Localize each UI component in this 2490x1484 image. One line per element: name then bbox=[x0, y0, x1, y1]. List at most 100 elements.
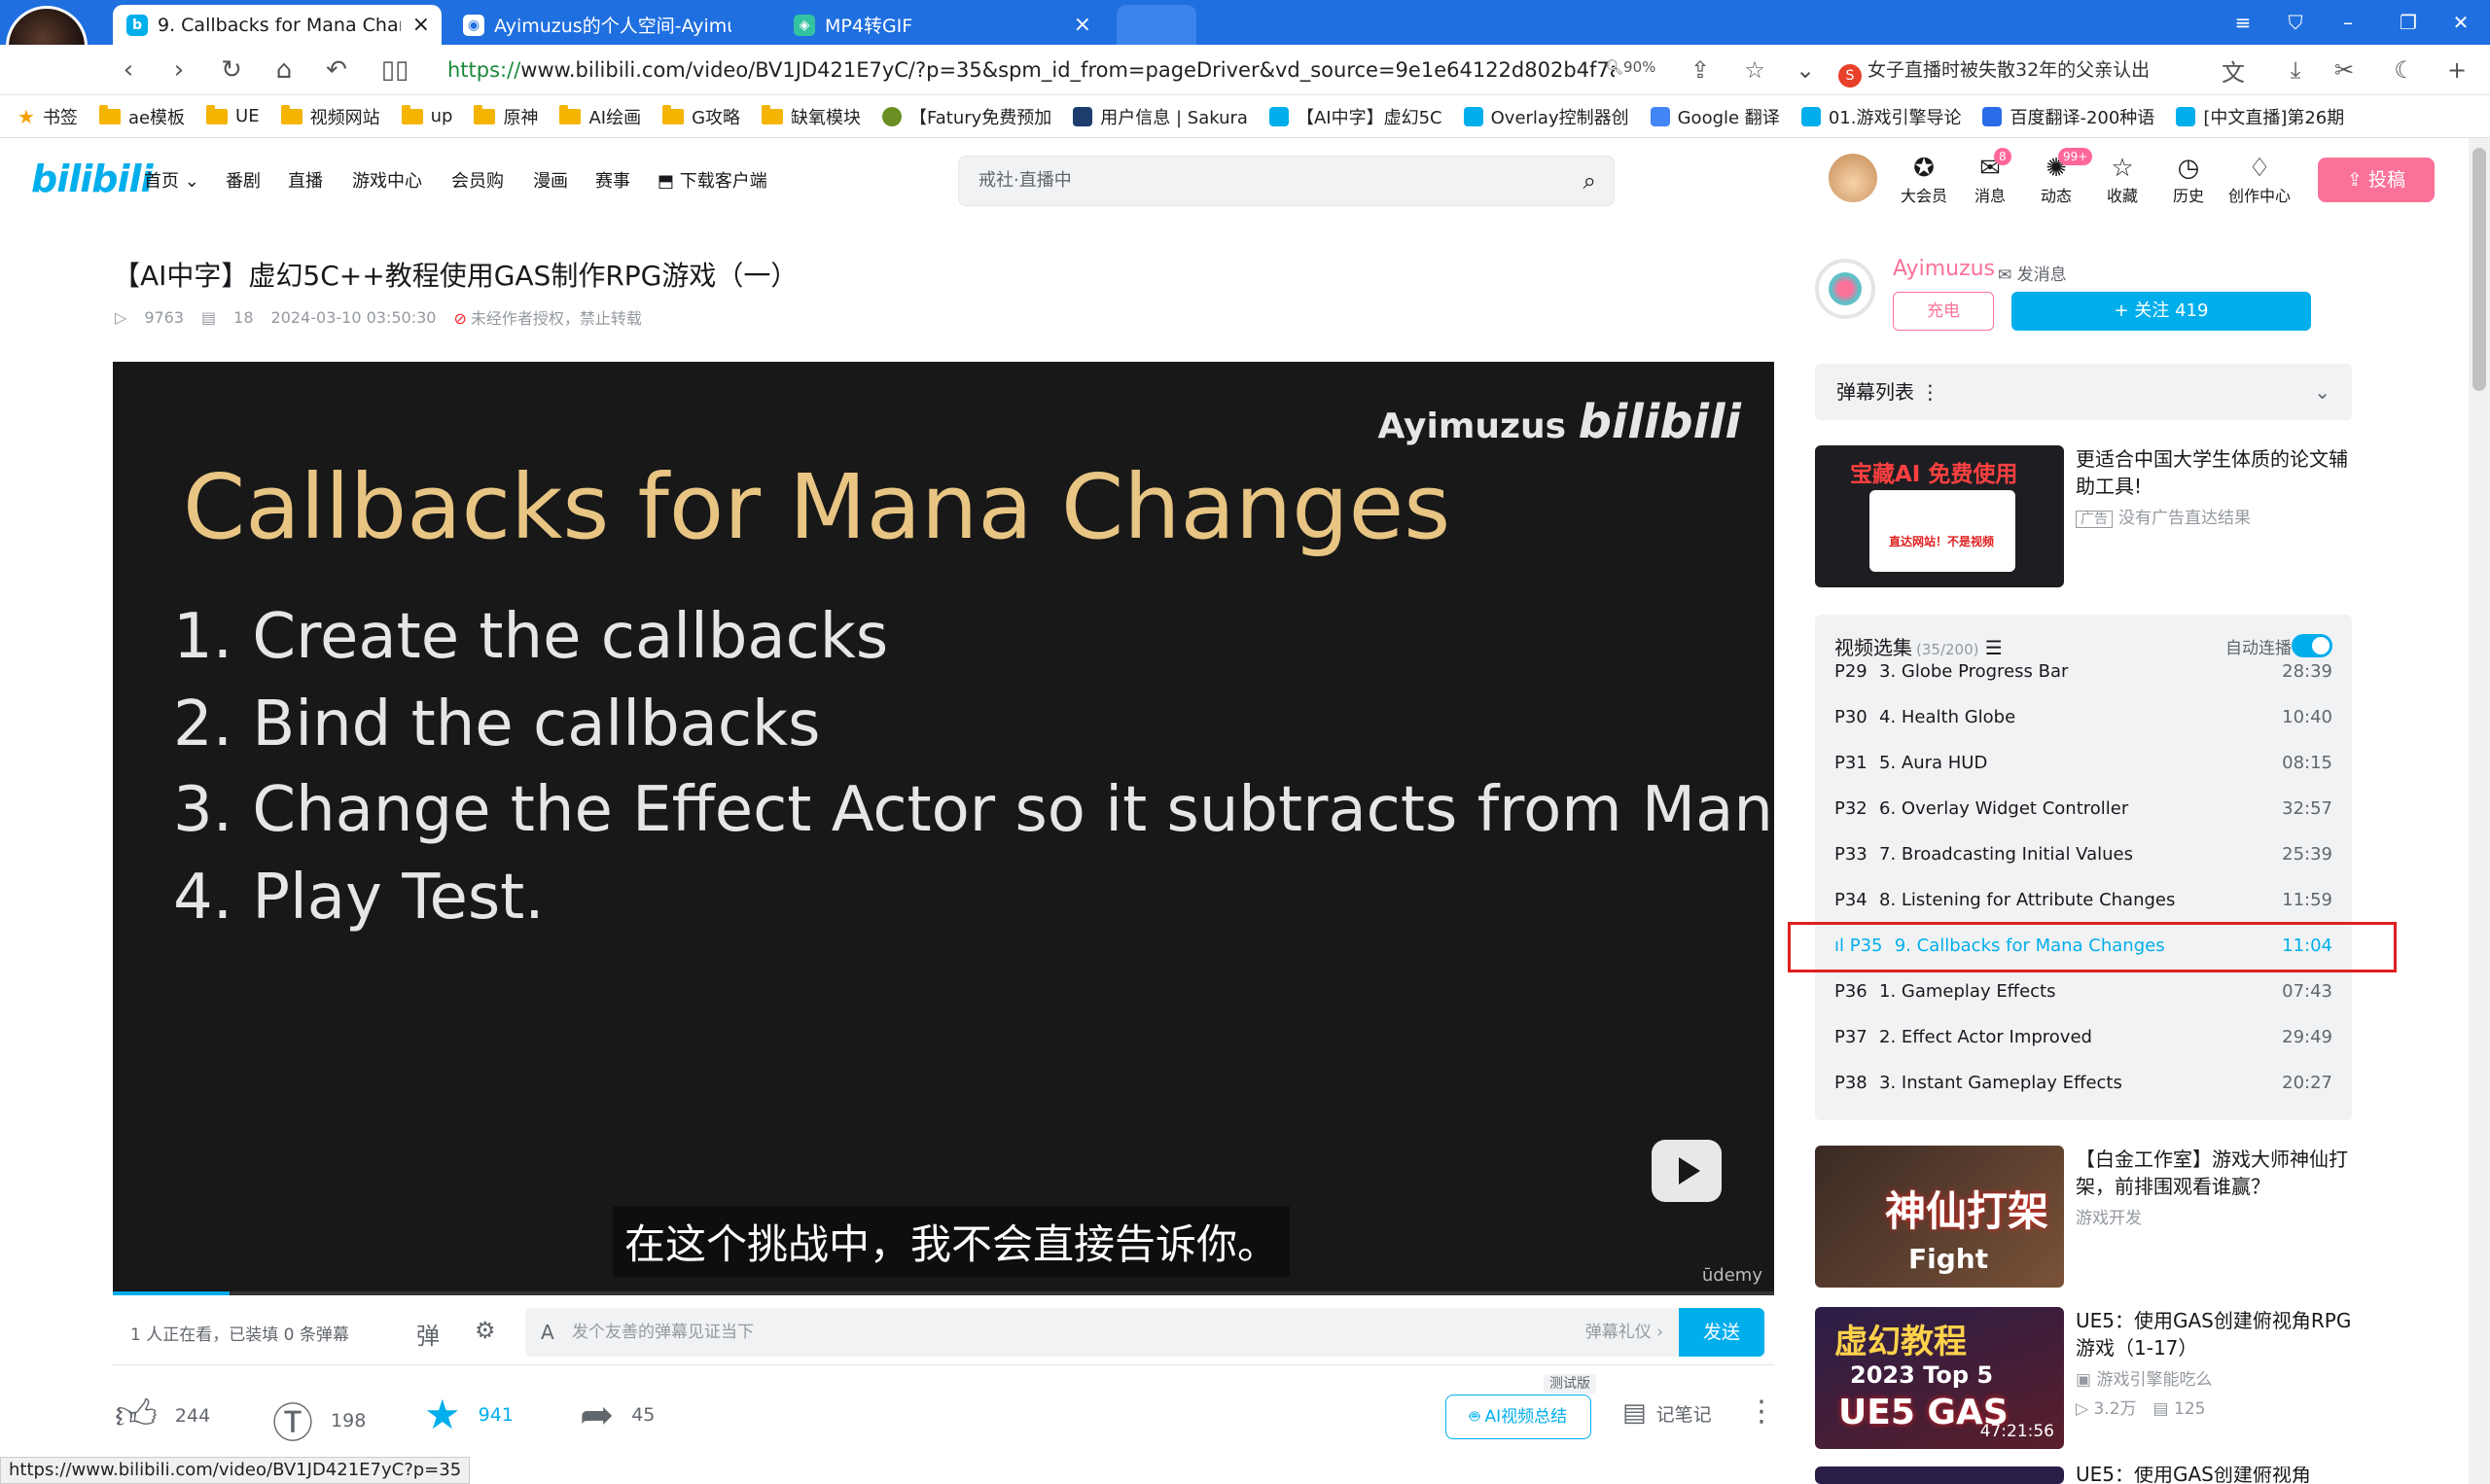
download-icon[interactable]: ⤓ bbox=[2276, 53, 2315, 88]
new-tab-button[interactable] bbox=[1117, 5, 1196, 45]
send-message-link[interactable]: ✉ 发消息 bbox=[1998, 261, 2067, 285]
send-danmaku-button[interactable]: 发送 bbox=[1679, 1308, 1764, 1357]
tools-icon[interactable]: ✂ bbox=[2325, 53, 2364, 88]
playlist-item[interactable]: P37 2. Effect Actor Improved 29:49 bbox=[1834, 1027, 2332, 1056]
add-icon[interactable]: + bbox=[2437, 53, 2476, 88]
rec-card[interactable]: 神仙打架 Fight 【白金工作室】游戏大师神仙打架，前排围观看谁赢？ 游戏开发 bbox=[1815, 1146, 2352, 1288]
playlist-item[interactable]: P31 5. Aura HUD 08:15 bbox=[1834, 753, 2332, 782]
more-menu[interactable]: ⋮ bbox=[1747, 1395, 1794, 1429]
playlist-item[interactable]: P33 7. Broadcasting Initial Values 25:39 bbox=[1834, 844, 2332, 873]
nav-anime[interactable]: 番剧 bbox=[226, 167, 261, 193]
page-scrollbar[interactable] bbox=[2469, 138, 2490, 1484]
nav-download-client[interactable]: ⬒ 下载客户端 bbox=[658, 167, 767, 193]
browser-search-box[interactable]: S 女子直播时被失散32年的父亲认出 bbox=[1838, 51, 2208, 89]
upload-button[interactable]: ⇪ 投稿 bbox=[2318, 158, 2435, 202]
close-icon[interactable]: × bbox=[1074, 13, 1091, 37]
undo-icon[interactable]: ↶ bbox=[317, 53, 356, 88]
bookmark-folder[interactable]: up bbox=[401, 104, 452, 126]
reload-icon[interactable]: ↻ bbox=[212, 53, 251, 88]
bookmark-item[interactable]: [中文直播]第26期 bbox=[2176, 104, 2344, 129]
nav-esports[interactable]: 赛事 bbox=[595, 167, 630, 193]
header-message[interactable]: ✉ 消息 8 bbox=[1961, 148, 2019, 206]
bookmark-item[interactable]: 01.游戏引擎导论 bbox=[1800, 104, 1961, 129]
bookmark-folder[interactable]: AI绘画 bbox=[559, 104, 641, 129]
site-search-input[interactable]: 戒社·直播中 ⌕ bbox=[958, 156, 1615, 206]
nav-game-center[interactable]: 游戏中心 bbox=[352, 167, 422, 193]
header-creator[interactable]: ♢ 创作中心 bbox=[2225, 154, 2294, 206]
header-vip[interactable]: ✪ 大会员 bbox=[1895, 154, 1953, 206]
bookmark-folder[interactable]: G攻略 bbox=[662, 104, 740, 129]
playlist-item[interactable]: P29 3. Globe Progress Bar 28:39 bbox=[1834, 661, 2332, 690]
bookmark-folder[interactable]: ae模板 bbox=[98, 104, 185, 129]
autoplay-toggle[interactable] bbox=[2292, 634, 2332, 657]
header-dynamic[interactable]: ✺ 动态 99+ bbox=[2027, 148, 2093, 206]
bookmark-item[interactable]: 用户信息 | Sakura bbox=[1073, 104, 1248, 129]
ai-summary-button[interactable]: 🤖︎ AI视频总结 测试版 bbox=[1445, 1374, 1596, 1439]
ad-card[interactable]: 宝藏AI 免费使用 直达网站！不是视频 更适合中国大学生体质的论文辅助工具! 广… bbox=[1815, 445, 2352, 587]
header-history[interactable]: ◷ 历史 bbox=[2159, 154, 2218, 206]
video-progress-bar[interactable] bbox=[113, 1291, 1774, 1295]
nav-manga[interactable]: 漫画 bbox=[533, 167, 568, 193]
translate-icon[interactable]: 文 bbox=[2214, 53, 2253, 88]
favorite-button[interactable]: ★ 941 bbox=[424, 1391, 514, 1438]
danmaku-toggle-icon[interactable]: 弹 bbox=[416, 1317, 440, 1351]
playlist-item[interactable]: P34 8. Listening for Attribute Changes 11:… bbox=[1834, 890, 2332, 919]
bookmark-item[interactable]: Google 翻译 bbox=[1650, 104, 1780, 129]
nav-mall[interactable]: 会员购 bbox=[451, 167, 504, 193]
bookmark-item[interactable]: 百度翻译-200种语 bbox=[1982, 104, 2154, 129]
back-icon[interactable]: ‹ bbox=[109, 53, 148, 88]
share-icon[interactable]: ⇪ bbox=[1681, 53, 1720, 88]
rec-card[interactable]: UE5：使用GAS创建俯视角 bbox=[1815, 1466, 2352, 1484]
list-icon[interactable]: ☰ bbox=[1985, 636, 2003, 659]
user-avatar[interactable] bbox=[1829, 154, 1877, 202]
nav-home[interactable]: 首页 ⌄ bbox=[144, 167, 199, 193]
playlist-item[interactable]: P30 4. Health Globe 10:40 bbox=[1834, 707, 2332, 736]
follow-button[interactable]: + 关注 419 bbox=[2011, 292, 2311, 331]
rec-card[interactable]: 虚幻教程 2023 Top 5 UE5 GAS 47:21:56 UE5：使用G… bbox=[1815, 1307, 2352, 1449]
reader-icon[interactable]: ▯▯ bbox=[375, 53, 414, 88]
chevron-down-icon[interactable]: ⌄ bbox=[1786, 53, 1825, 88]
coin-button[interactable]: Ⓣ 198 bbox=[272, 1391, 366, 1450]
play-tv-icon[interactable] bbox=[1652, 1140, 1722, 1202]
close-icon[interactable]: × bbox=[412, 13, 430, 37]
video-player[interactable]: Ayimuzus bilibili Callbacks for Mana Cha… bbox=[113, 362, 1774, 1295]
uploader-name[interactable]: Ayimuzus bbox=[1893, 257, 1995, 281]
text-style-icon[interactable]: A bbox=[541, 1308, 554, 1357]
zoom-level[interactable]: 🔍︎90% bbox=[1605, 58, 1655, 76]
search-icon[interactable]: ⌕ bbox=[1583, 157, 1596, 205]
minimize-icon[interactable]: – bbox=[2319, 0, 2377, 45]
restore-icon[interactable]: ❐ bbox=[2379, 0, 2437, 45]
bookmark-item[interactable]: ★ 书签 bbox=[18, 104, 78, 129]
menu-icon[interactable]: ≡ bbox=[2214, 0, 2272, 45]
bookmark-item[interactable]: Overlay控制器创 bbox=[1463, 104, 1629, 129]
playlist-item[interactable]: P38 3. Instant Gameplay Effects 20:27 bbox=[1834, 1073, 2332, 1102]
home-icon[interactable]: ⌂ bbox=[265, 53, 303, 88]
tab-active[interactable]: b 9. Callbacks for Mana Chang × bbox=[113, 5, 442, 45]
danmaku-input[interactable]: A 发个友善的弹幕见证当下 弹幕礼仪 › bbox=[525, 1308, 1679, 1357]
danmaku-settings-icon[interactable]: ⚙ bbox=[475, 1317, 496, 1344]
charge-button[interactable]: 充电 bbox=[1893, 292, 1994, 331]
more-vertical-icon[interactable]: ⋮ bbox=[1920, 380, 1939, 404]
scrollbar-thumb[interactable] bbox=[2472, 148, 2486, 391]
bookmark-item[interactable]: 【AI中字】虚幻5C bbox=[1268, 104, 1442, 129]
close-window-icon[interactable]: ✕ bbox=[2432, 0, 2490, 45]
danmaku-list-panel[interactable]: 弹幕列表 ⋮ ⌄ bbox=[1815, 364, 2352, 420]
skin-icon[interactable]: ⛉ bbox=[2266, 0, 2325, 45]
bookmark-folder[interactable]: 原神 bbox=[474, 104, 538, 129]
bookmark-star-icon[interactable]: ☆ bbox=[1735, 53, 1774, 88]
nav-live[interactable]: 直播 bbox=[288, 167, 323, 193]
night-mode-icon[interactable]: ☾ bbox=[2385, 53, 2424, 88]
address-bar[interactable]: https://www.bilibili.com/video/BV1JD421E… bbox=[447, 51, 1615, 89]
notes-button[interactable]: ▤ 记笔记 bbox=[1622, 1398, 1712, 1428]
danmaku-etiquette-link[interactable]: 弹幕礼仪 › bbox=[1585, 1308, 1663, 1357]
bookmark-folder[interactable]: 视频网站 bbox=[280, 104, 380, 129]
uploader-avatar[interactable] bbox=[1815, 259, 1875, 319]
header-favorite[interactable]: ☆ 收藏 bbox=[2093, 154, 2152, 206]
share-button[interactable]: ➦ 45 bbox=[580, 1391, 655, 1438]
tab-mp4gif[interactable]: ◈ MP4转GIF × bbox=[780, 5, 1103, 45]
tab-space[interactable]: ◉ Ayimuzus的个人空间-Ayimuzu bbox=[449, 5, 772, 45]
bookmark-item[interactable]: 【Fatury免费预加 bbox=[882, 104, 1051, 129]
bookmark-folder[interactable]: 缺氧模块 bbox=[762, 104, 861, 129]
playlist-item[interactable]: P36 1. Gameplay Effects 07:43 bbox=[1834, 981, 2332, 1010]
bookmark-folder[interactable]: UE bbox=[206, 104, 260, 126]
